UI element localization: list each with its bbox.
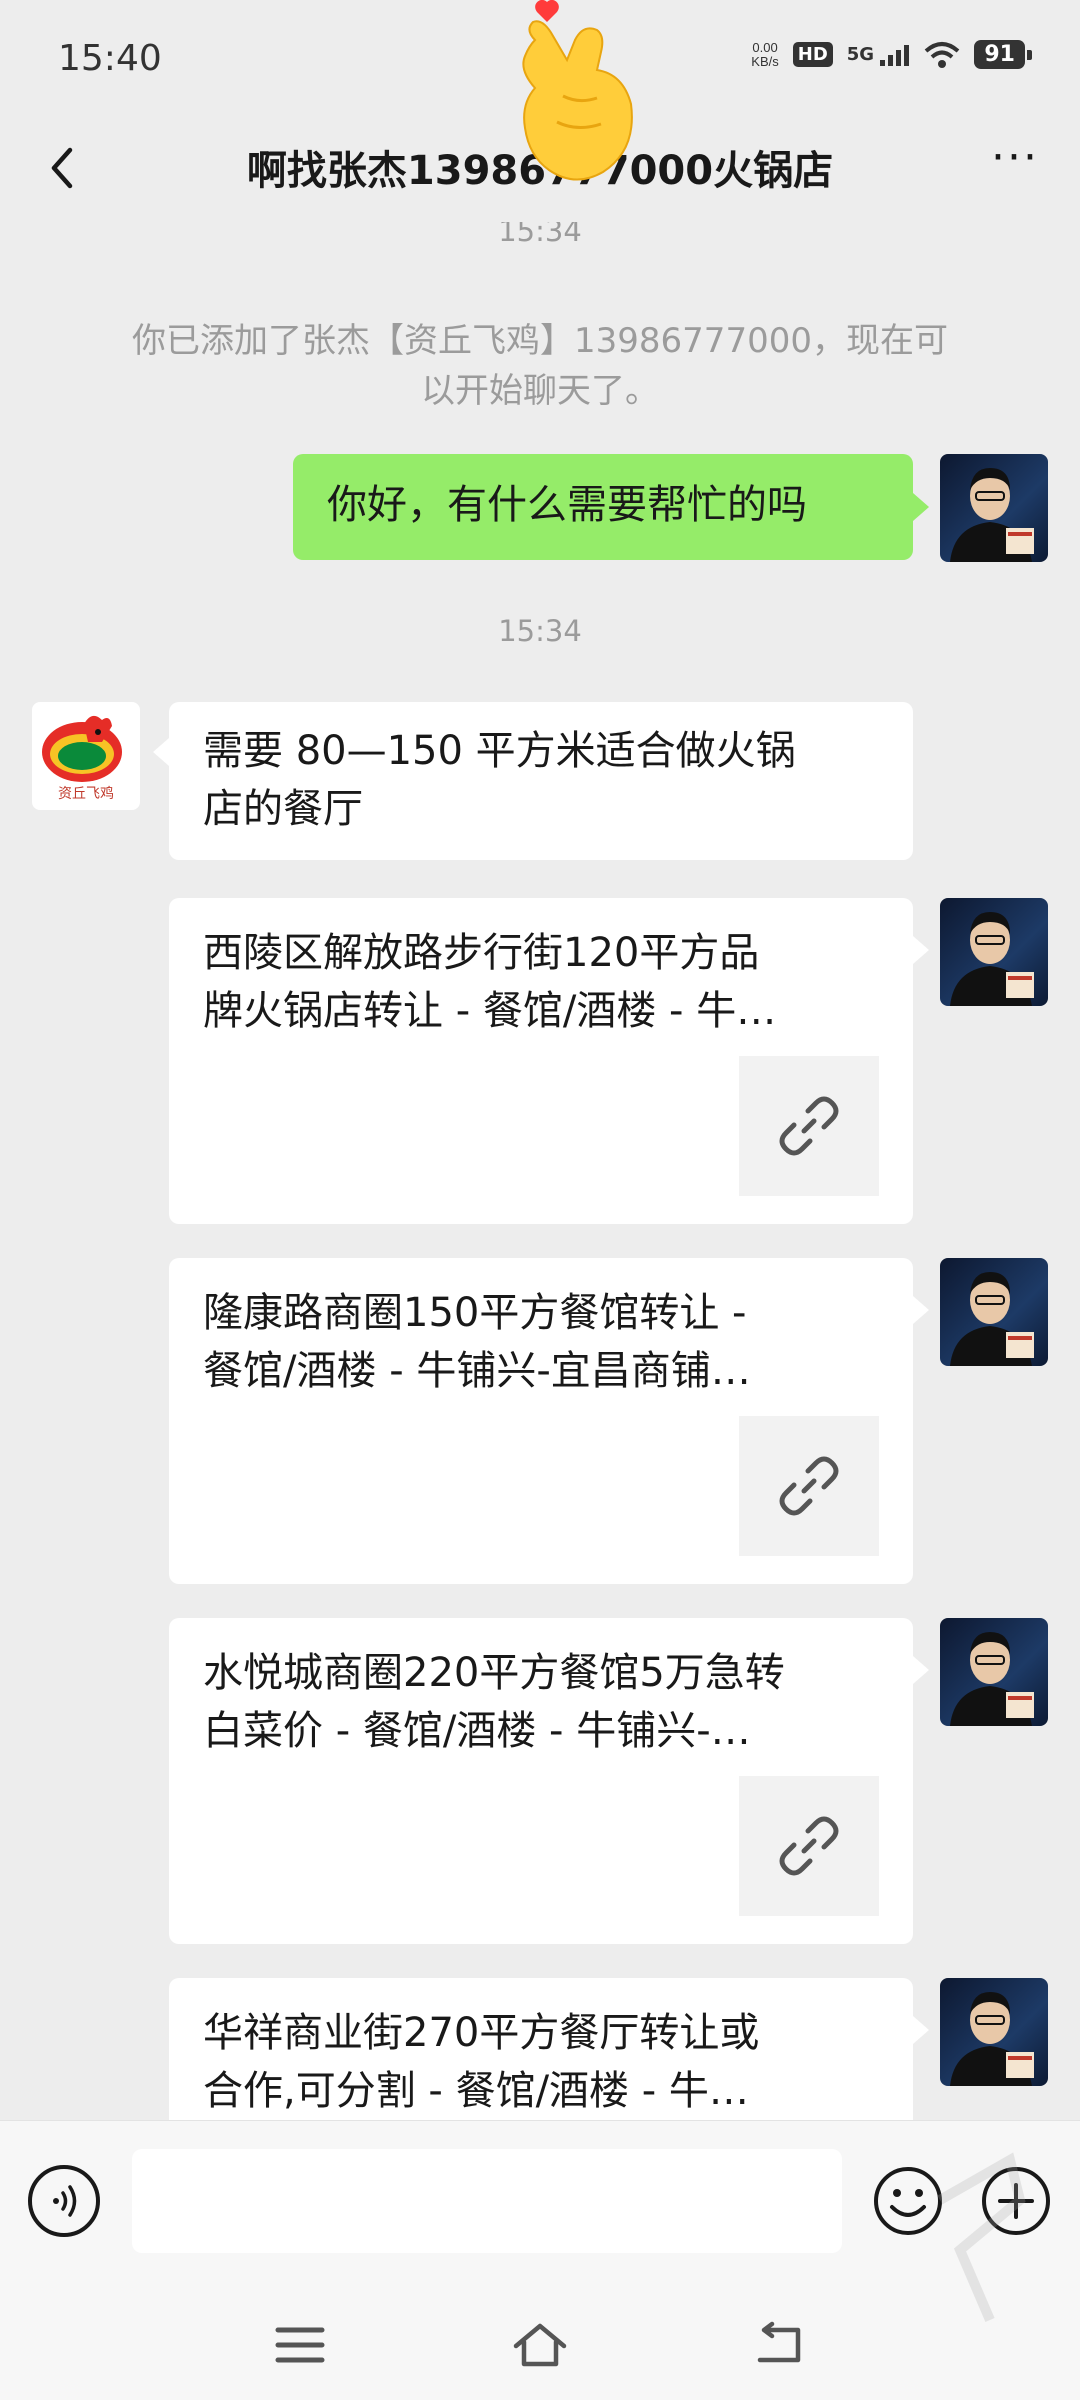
status-indicators: 0.00 KB/s HD 5G 91 <box>751 39 1032 69</box>
user-avatar-icon <box>950 1272 1034 1366</box>
wifi-icon <box>925 41 960 68</box>
link-card[interactable]: 隆康路商圈150平方餐馆转让 - 餐馆/酒楼 - 牛铺兴-宜昌商铺… <box>169 1258 913 1584</box>
chat-messages[interactable]: 15:34 你已添加了张杰【资丘飞鸡】13986777000，现在可 以开始聊天… <box>0 222 1080 2120</box>
bubble-tail <box>913 1296 929 1324</box>
link-thumbnail <box>739 1416 879 1556</box>
system-message-line: 你已添加了张杰【资丘飞鸡】13986777000，现在可 <box>132 321 948 361</box>
link-card-title-line: 合作,可分割 - 餐馆/酒楼 - 牛… <box>203 2068 749 2114</box>
user-avatar-icon <box>950 1632 1034 1726</box>
link-icon <box>779 1456 839 1516</box>
contact-avatar[interactable]: 资丘飞鸡 <box>32 702 140 810</box>
user-avatar-icon <box>950 468 1034 562</box>
signal-icon <box>880 44 910 66</box>
timestamp: 15:34 <box>498 614 582 648</box>
home-icon[interactable] <box>510 2320 570 2370</box>
link-card-title-line: 餐馆/酒楼 - 牛铺兴-宜昌商铺… <box>203 1348 751 1394</box>
bubble-tail <box>913 2016 929 2044</box>
user-avatar-icon <box>950 912 1034 1006</box>
bubble-tail <box>913 493 929 521</box>
avatar[interactable] <box>940 1978 1048 2086</box>
link-card-title-line: 隆康路商圈150平方餐馆转让 - <box>203 1290 747 1336</box>
link-card-title: 水悦城商圈220平方餐馆5万急转 白菜价 - 餐馆/酒楼 - 牛铺兴-… <box>203 1644 883 1760</box>
bubble-tail <box>913 936 929 964</box>
link-card-title-line: 西陵区解放路步行街120平方品 <box>203 930 760 976</box>
link-card[interactable]: 西陵区解放路步行街120平方品 牌火锅店转让 - 餐馆/酒楼 - 牛… <box>169 898 913 1224</box>
link-card-title: 西陵区解放路步行街120平方品 牌火锅店转让 - 餐馆/酒楼 - 牛… <box>203 924 883 1040</box>
ellipsis-icon[interactable]: ··· <box>980 136 1050 198</box>
user-avatar-icon <box>950 1992 1034 2086</box>
chevron-left-icon[interactable] <box>34 138 94 198</box>
system-message-line: 以开始聊天了。 <box>421 371 659 411</box>
link-card-title-line: 水悦城商圈220平方餐馆5万急转 <box>203 1650 785 1696</box>
link-icon <box>779 1096 839 1156</box>
sent-message-greeting[interactable]: 你好，有什么需要帮忙的吗 <box>293 454 913 560</box>
message-text: 你好，有什么需要帮忙的吗 <box>327 482 807 528</box>
back-icon[interactable] <box>750 2320 810 2370</box>
link-card-title-line: 华祥商业街270平方餐厅转让或 <box>203 2010 760 2056</box>
avatar[interactable] <box>940 1618 1048 1726</box>
avatar[interactable] <box>940 1258 1048 1366</box>
logo-text: 资丘飞鸡 <box>58 785 114 802</box>
link-card-title: 华祥商业街270平方餐厅转让或 合作,可分割 - 餐馆/酒楼 - 牛… <box>203 2004 883 2120</box>
link-card-title-line: 牌火锅店转让 - 餐馆/酒楼 - 牛… <box>203 988 777 1034</box>
system-message: 你已添加了张杰【资丘飞鸡】13986777000，现在可 以开始聊天了。 <box>80 316 1000 416</box>
link-card[interactable]: 华祥商业街270平方餐厅转让或 合作,可分割 - 餐馆/酒楼 - 牛… <box>169 1978 913 2120</box>
avatar[interactable] <box>940 454 1048 562</box>
message-text-line: 店的餐厅 <box>203 786 363 832</box>
avatar[interactable] <box>940 898 1048 1006</box>
received-message-request[interactable]: 需要 80—150 平方米适合做火锅 店的餐厅 <box>169 702 913 860</box>
message-input[interactable] <box>132 2149 842 2253</box>
link-icon <box>779 1816 839 1876</box>
voice-icon[interactable] <box>28 2165 100 2237</box>
message-text-line: 需要 80—150 平方米适合做火锅 <box>203 728 796 774</box>
link-thumbnail <box>739 1056 879 1196</box>
hd-badge: HD <box>792 42 833 67</box>
bubble-tail <box>913 1656 929 1684</box>
link-card-title: 隆康路商圈150平方餐馆转让 - 餐馆/酒楼 - 牛铺兴-宜昌商铺… <box>203 1284 883 1400</box>
status-time: 15:40 <box>58 38 162 79</box>
bubble-tail <box>153 738 169 766</box>
finger-heart-icon <box>522 0 633 181</box>
link-thumbnail <box>739 1776 879 1916</box>
watermark-icon <box>937 2152 1026 2322</box>
battery-indicator: 91 <box>974 40 1032 69</box>
timestamp: 15:34 <box>498 222 582 248</box>
menu-icon[interactable] <box>270 2320 330 2370</box>
network-type-label: 5G <box>846 43 875 65</box>
network-type: 5G <box>847 44 911 66</box>
voice-wave-icon <box>53 2185 77 2217</box>
network-speed: 0.00 KB/s <box>751 39 779 69</box>
network-speed-value: 0.00 <box>752 39 778 55</box>
link-card-title-line: 白菜价 - 餐馆/酒楼 - 牛铺兴-… <box>203 1708 751 1754</box>
network-speed-unit: KB/s <box>751 53 779 69</box>
link-card[interactable]: 水悦城商圈220平方餐馆5万急转 白菜价 - 餐馆/酒楼 - 牛铺兴-… <box>169 1618 913 1944</box>
rooster-logo-icon: 资丘飞鸡 <box>42 715 122 802</box>
